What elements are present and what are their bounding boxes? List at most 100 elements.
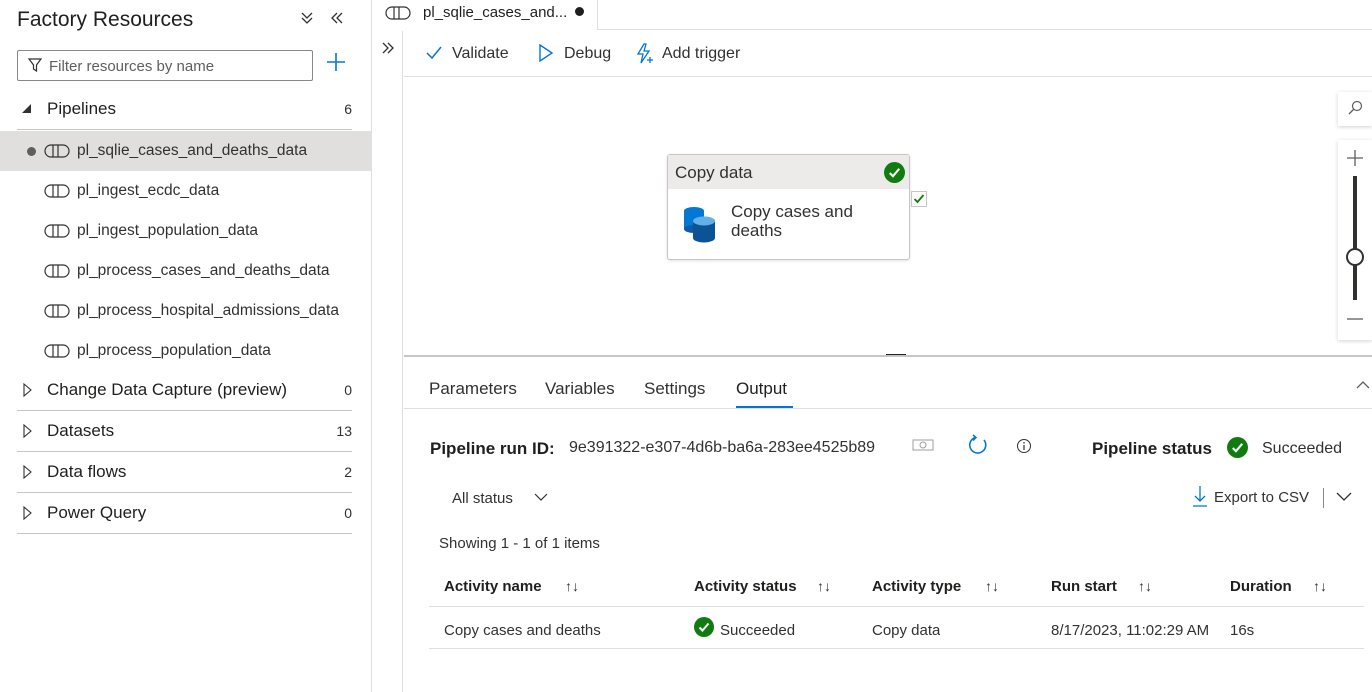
pipeline-icon xyxy=(385,6,411,20)
section-label: Datasets xyxy=(47,421,115,440)
section-change-data-capture[interactable]: Change Data Capture (preview) 0 xyxy=(17,371,352,411)
tab-variables[interactable]: Variables xyxy=(545,379,615,399)
debug-button[interactable]: Debug xyxy=(536,43,626,65)
section-pipelines[interactable]: Pipelines 6 xyxy=(17,90,352,130)
unsaved-dot xyxy=(27,147,36,156)
caret-right-icon xyxy=(23,506,32,520)
zoom-out-icon[interactable] xyxy=(1346,310,1364,328)
expand-activities-icon[interactable] xyxy=(381,41,395,60)
zoom-slider-track[interactable] xyxy=(1353,176,1357,300)
section-datasets[interactable]: Datasets 13 xyxy=(17,412,352,452)
pipeline-icon xyxy=(44,144,70,158)
export-label: Export to CSV xyxy=(1214,489,1310,506)
pipeline-name: pl_sqlie_cases_and_deaths_data xyxy=(77,142,308,159)
tab-parameters[interactable]: Parameters xyxy=(429,379,517,399)
collapse-all-icon[interactable] xyxy=(299,10,315,31)
debug-label: Debug xyxy=(564,45,612,62)
tab-output[interactable]: Output xyxy=(736,379,787,399)
pipeline-icon xyxy=(44,304,70,318)
pipeline-item-pl-ingest-population-data[interactable]: pl_ingest_population_data xyxy=(0,211,371,251)
filter-icon xyxy=(27,58,43,73)
zoom-in-icon[interactable] xyxy=(1346,149,1364,167)
pipeline-icon xyxy=(44,344,70,358)
refresh-icon[interactable] xyxy=(967,434,989,456)
cell-run-start: 8/17/2023, 11:02:29 AM xyxy=(1051,622,1210,639)
caret-right-icon xyxy=(23,465,32,479)
pipeline-item-pl-process-population-data[interactable]: pl_process_population_data xyxy=(0,331,371,371)
status-filter-dropdown[interactable]: All status xyxy=(452,490,513,507)
toolbar-separator xyxy=(1323,488,1324,508)
column-header-run-start[interactable]: Run start xyxy=(1051,578,1117,595)
pipeline-item-pl-sqlie-cases-and-deaths-data[interactable]: pl_sqlie_cases_and_deaths_data xyxy=(0,131,371,171)
sort-icon[interactable]: ↑↓ xyxy=(565,578,579,594)
pipeline-item-pl-process-cases-and-deaths-data[interactable]: pl_process_cases_and_deaths_data xyxy=(0,251,371,291)
sort-icon[interactable]: ↑↓ xyxy=(1313,578,1327,594)
activity-type: Copy data xyxy=(675,163,753,182)
copy-icon[interactable] xyxy=(912,437,934,453)
add-trigger-button[interactable]: Add trigger xyxy=(634,43,764,65)
section-power-query[interactable]: Power Query 0 xyxy=(17,494,352,534)
pipeline-name: pl_process_population_data xyxy=(77,342,271,359)
unsaved-dot[interactable] xyxy=(575,7,584,16)
zoom-controls xyxy=(1338,92,1372,340)
run-id-value: 9e391322-e307-4d6b-ba6a-283ee4525b89 xyxy=(569,439,876,456)
success-check-icon xyxy=(694,617,714,637)
pipeline-name: pl_process_cases_and_deaths_data xyxy=(77,262,330,279)
section-label: Change Data Capture (preview) xyxy=(47,380,288,399)
filter-input[interactable] xyxy=(49,55,307,77)
tab-label: pl_sqlie_cases_and... xyxy=(423,4,568,21)
search-canvas-button[interactable] xyxy=(1338,92,1372,126)
collapse-panel-icon[interactable] xyxy=(329,10,345,31)
cell-duration: 16s xyxy=(1230,622,1255,639)
panel-title: Factory Resources xyxy=(17,8,194,31)
section-label: Pipelines xyxy=(47,99,116,118)
cell-activity-name[interactable]: Copy cases and deaths xyxy=(444,622,601,639)
pipeline-name: pl_ingest_ecdc_data xyxy=(77,182,220,199)
caret-right-icon xyxy=(23,383,32,397)
tab-pipeline[interactable]: pl_sqlie_cases_and... xyxy=(373,0,598,30)
section-data-flows[interactable]: Data flows 2 xyxy=(17,453,352,493)
zoom-slider-box xyxy=(1338,140,1372,340)
pipeline-item-pl-process-hospital-admissions-data[interactable]: pl_process_hospital_admissions_data xyxy=(0,291,371,331)
pipeline-canvas[interactable]: Copy data Copy cases and deaths xyxy=(404,78,1372,357)
tab-settings[interactable]: Settings xyxy=(644,379,705,399)
copy-data-activity[interactable]: Copy data Copy cases and deaths xyxy=(667,154,910,260)
editor-tab-bar: pl_sqlie_cases_and... xyxy=(373,0,1372,30)
pipeline-icon xyxy=(44,184,70,198)
pipeline-name: pl_ingest_population_data xyxy=(77,222,258,239)
sort-icon[interactable]: ↑↓ xyxy=(817,578,831,594)
collapse-panel-icon[interactable] xyxy=(1356,377,1370,393)
pipeline-icon xyxy=(44,224,70,238)
add-trigger-label: Add trigger xyxy=(662,45,741,62)
column-header-activity-status[interactable]: Activity status xyxy=(694,578,797,595)
filter-box xyxy=(17,50,313,81)
pipeline-name: pl_process_hospital_admissions_data xyxy=(77,302,339,319)
sort-icon[interactable]: ↑↓ xyxy=(985,578,999,594)
cell-activity-type: Copy data xyxy=(872,622,941,639)
tab-divider xyxy=(404,408,1372,409)
validate-button[interactable]: Validate xyxy=(424,43,534,65)
table-row[interactable]: Copy cases and deaths Succeeded Copy dat… xyxy=(429,607,1364,649)
section-count: 13 xyxy=(336,423,352,439)
plus-icon xyxy=(327,53,345,71)
sort-icon[interactable]: ↑↓ xyxy=(1138,578,1152,594)
activity-runs-table: Activity name ↑↓ Activity status ↑↓ Acti… xyxy=(429,565,1364,649)
success-output-handle[interactable] xyxy=(911,191,927,207)
add-resource-button[interactable] xyxy=(323,50,349,78)
info-icon[interactable] xyxy=(1016,438,1032,454)
chevron-down-icon[interactable] xyxy=(1336,492,1352,502)
zoom-slider-thumb[interactable] xyxy=(1346,248,1364,266)
search-icon xyxy=(1348,100,1363,115)
pipeline-item-pl-ingest-ecdc-data[interactable]: pl_ingest_ecdc_data xyxy=(0,171,371,211)
properties-panel: Parameters Variables Settings Output Pip… xyxy=(404,355,1372,692)
column-header-activity-name[interactable]: Activity name xyxy=(444,578,542,595)
chevron-down-icon[interactable] xyxy=(534,492,548,502)
section-label: Data flows xyxy=(47,462,127,481)
success-check-icon xyxy=(1227,437,1248,458)
activity-name: Copy cases and deaths xyxy=(731,202,853,240)
column-header-duration[interactable]: Duration xyxy=(1230,578,1292,595)
validate-label: Validate xyxy=(452,45,509,62)
column-header-activity-type[interactable]: Activity type xyxy=(872,578,961,595)
section-label: Power Query xyxy=(47,503,147,522)
play-icon xyxy=(539,43,554,63)
